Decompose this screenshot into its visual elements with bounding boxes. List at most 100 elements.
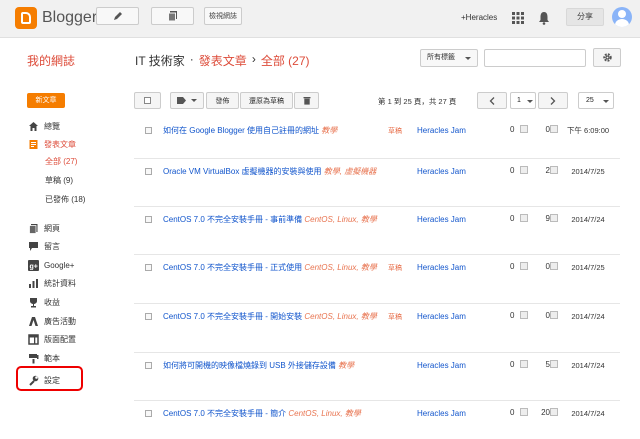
post-title[interactable]: CentOS 7.0 不完全安裝手冊 - 簡介 CentOS, Linux, 教… [163, 407, 388, 420]
chevron-right-icon [550, 96, 556, 105]
table-row[interactable]: CentOS 7.0 不完全安裝手冊 - 正式使用 CentOS, Linux,… [134, 255, 620, 304]
sidebar-item-overview[interactable]: 總覽 [27, 120, 60, 132]
delete-button[interactable] [294, 92, 319, 109]
new-post-button[interactable]: 新文章 [27, 93, 65, 108]
post-title[interactable]: 如何在 Google Blogger 使用自己註冊的網址 教學 [163, 124, 388, 137]
settings-gear-button[interactable] [593, 48, 621, 67]
view-count: 2 [545, 166, 550, 175]
sidebar-subitem-published[interactable]: 已發佈 (18) [45, 194, 85, 205]
view-count: 0 [545, 125, 550, 134]
user-name[interactable]: +Heracles [461, 13, 497, 22]
label-filter-dropdown[interactable]: 所有標籤 [420, 49, 478, 67]
comments-icon [27, 240, 39, 252]
post-title-text[interactable]: CentOS 7.0 不完全安裝手冊 - 事前準備 [163, 215, 302, 224]
post-author[interactable]: Heracles Jam [417, 126, 466, 135]
crumb-separator: · [189, 52, 194, 66]
post-title-text[interactable]: 如何在 Google Blogger 使用自己註冊的網址 [163, 126, 319, 135]
blog-selector[interactable]: 我的網誌 [27, 52, 75, 69]
prev-page-button[interactable] [477, 92, 507, 109]
next-page-button[interactable] [538, 92, 568, 109]
view-blog-button[interactable]: 檢視網誌 [204, 7, 242, 25]
sidebar-item-earnings[interactable]: 收益 [27, 296, 60, 308]
post-author[interactable]: Heracles Jam [417, 167, 466, 176]
post-labels[interactable]: 教學, 虛擬機器 [324, 167, 376, 176]
table-row[interactable]: CentOS 7.0 不完全安裝手冊 - 事前準備 CentOS, Linux,… [134, 207, 620, 255]
sidebar-item-googleplus[interactable]: g+ Google+ [27, 259, 74, 271]
row-checkbox[interactable] [145, 168, 152, 175]
row-checkbox[interactable] [145, 410, 152, 417]
table-row[interactable]: 如何將可開機的映像檔燒錄到 USB 外接儲存設備 教學 Heracles Jam… [134, 353, 620, 401]
views-icon [550, 408, 558, 416]
sidebar-item-campaigns[interactable]: 廣告活動 [27, 315, 76, 327]
brand-name[interactable]: Blogger [42, 9, 97, 27]
table-row[interactable]: 如何在 Google Blogger 使用自己註冊的網址 教學 草稿 Herac… [134, 118, 620, 159]
notifications-bell-icon[interactable] [538, 11, 550, 25]
sidebar-item-label: 統計資料 [44, 278, 76, 288]
sidebar-item-posts[interactable]: 發表文章 [27, 138, 76, 150]
post-labels[interactable]: 教學 [321, 126, 337, 135]
post-title[interactable]: CentOS 7.0 不完全安裝手冊 - 開始安裝 CentOS, Linux,… [163, 310, 388, 323]
per-page-select[interactable]: 25 [578, 92, 614, 109]
labels-dropdown-button[interactable] [170, 92, 204, 109]
breadcrumb: IT 技術家 · 發表文章 › 全部 (27) [135, 52, 310, 69]
post-author[interactable]: Heracles Jam [417, 312, 466, 321]
post-author[interactable]: Heracles Jam [417, 361, 466, 370]
share-button[interactable]: 分享 [566, 8, 604, 26]
sidebar-item-layout[interactable]: 版面配置 [27, 333, 76, 345]
row-checkbox[interactable] [145, 313, 152, 320]
crumb-blog[interactable]: IT 技術家 [135, 52, 185, 69]
blogger-logo-icon[interactable] [15, 7, 37, 29]
row-checkbox[interactable] [145, 127, 152, 134]
post-title-text[interactable]: 如何將可開機的映像檔燒錄到 USB 外接儲存設備 [163, 361, 336, 370]
sidebar-item-label: Google+ [44, 260, 75, 270]
revert-to-draft-button[interactable]: 還原為草稿 [240, 92, 293, 109]
table-row[interactable]: CentOS 7.0 不完全安裝手冊 - 開始安裝 CentOS, Linux,… [134, 304, 620, 353]
campaigns-icon [27, 315, 39, 327]
comment-icon [520, 214, 528, 222]
table-row[interactable]: CentOS 7.0 不完全安裝手冊 - 簡介 CentOS, Linux, 教… [134, 401, 620, 439]
crumb-filter[interactable]: 全部 (27) [261, 52, 310, 69]
post-title[interactable]: CentOS 7.0 不完全安裝手冊 - 事前準備 CentOS, Linux,… [163, 213, 388, 226]
comment-icon [520, 360, 528, 368]
post-labels[interactable]: CentOS, Linux, 教學 [304, 312, 376, 321]
posts-list-button[interactable] [151, 7, 194, 25]
post-title[interactable]: CentOS 7.0 不完全安裝手冊 - 正式使用 CentOS, Linux,… [163, 261, 388, 274]
post-title[interactable]: 如何將可開機的映像檔燒錄到 USB 外接儲存設備 教學 [163, 359, 388, 372]
publish-button[interactable]: 發佈 [206, 92, 239, 109]
new-post-pencil-button[interactable] [96, 7, 139, 25]
post-title-text[interactable]: CentOS 7.0 不完全安裝手冊 - 正式使用 [163, 263, 302, 272]
sidebar-subitem-drafts[interactable]: 草稿 (9) [45, 175, 73, 186]
sidebar-item-pages[interactable]: 網頁 [27, 222, 60, 234]
post-date: 2014/7/24 [571, 312, 605, 321]
page-select[interactable]: 1 [510, 92, 536, 109]
post-labels[interactable]: CentOS, Linux, 教學 [304, 215, 376, 224]
apps-grid-icon[interactable] [512, 12, 524, 24]
sidebar-item-template[interactable]: 範本 [27, 352, 60, 364]
avatar[interactable] [612, 7, 632, 27]
table-row[interactable]: Oracle VM VirtualBox 虛擬機器的安裝與使用 教學, 虛擬機器… [134, 159, 620, 207]
post-title[interactable]: Oracle VM VirtualBox 虛擬機器的安裝與使用 教學, 虛擬機器 [163, 165, 388, 178]
row-checkbox[interactable] [145, 264, 152, 271]
view-count: 0 [545, 311, 550, 320]
select-all-checkbox[interactable] [134, 92, 161, 109]
crumb-section[interactable]: 發表文章 [199, 52, 247, 69]
post-date: 2014/7/24 [571, 361, 605, 370]
post-author[interactable]: Heracles Jam [417, 263, 466, 272]
sidebar-subitem-all[interactable]: 全部 (27) [45, 156, 77, 167]
post-title-text[interactable]: CentOS 7.0 不完全安裝手冊 - 簡介 [163, 409, 286, 418]
post-labels[interactable]: CentOS, Linux, 教學 [304, 263, 376, 272]
comment-icon [520, 125, 528, 133]
post-title-text[interactable]: Oracle VM VirtualBox 虛擬機器的安裝與使用 [163, 167, 322, 176]
row-checkbox[interactable] [145, 216, 152, 223]
row-checkbox[interactable] [145, 362, 152, 369]
post-labels[interactable]: 教學 [338, 361, 354, 370]
post-author[interactable]: Heracles Jam [417, 409, 466, 418]
sidebar-item-comments[interactable]: 留言 [27, 240, 60, 252]
post-labels[interactable]: CentOS, Linux, 教學 [288, 409, 360, 418]
post-author[interactable]: Heracles Jam [417, 215, 466, 224]
sidebar-item-stats[interactable]: 統計資料 [27, 277, 76, 289]
search-input[interactable] [484, 49, 586, 67]
post-date: 2014/7/25 [571, 167, 605, 176]
earnings-icon [27, 296, 39, 308]
post-title-text[interactable]: CentOS 7.0 不完全安裝手冊 - 開始安裝 [163, 312, 302, 321]
